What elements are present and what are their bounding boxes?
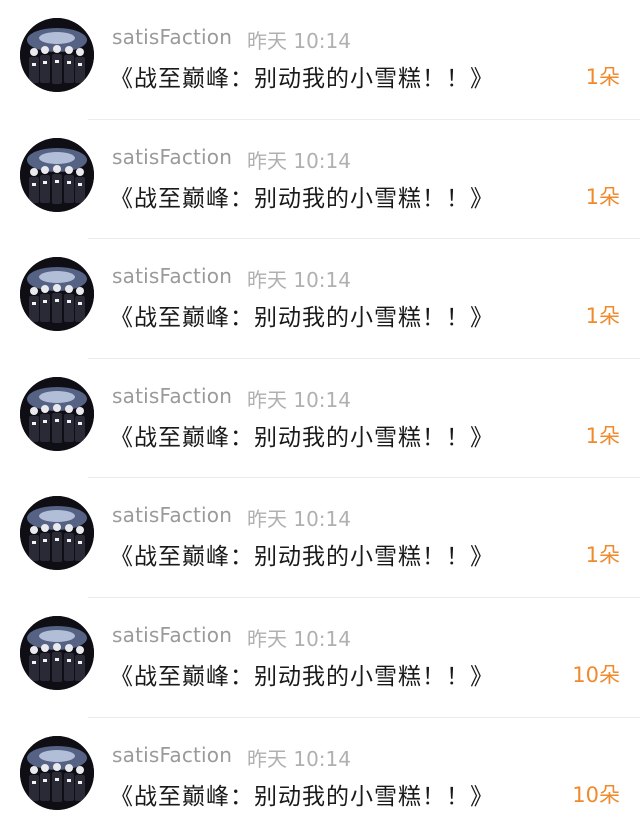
sender-name[interactable]: satisFaction	[112, 743, 232, 767]
timestamp: 昨天 10:14	[247, 387, 351, 412]
avatar[interactable]	[20, 496, 94, 571]
avatar[interactable]	[20, 615, 94, 690]
list-item[interactable]: satisFaction 昨天 10:14 《战至巅峰：别动我的小雪糕！！》 1…	[0, 598, 640, 718]
flower-count: 1朵	[585, 304, 620, 329]
group-photo-icon	[20, 496, 94, 571]
group-photo-icon	[20, 376, 94, 451]
message-list: satisFaction 昨天 10:14 《战至巅峰：别动我的小雪糕！！》 1…	[0, 0, 640, 837]
group-photo-icon	[20, 257, 94, 332]
group-photo-icon	[20, 615, 94, 690]
message-text: 《战至巅峰：别动我的小雪糕！！》	[110, 185, 494, 212]
sender-name[interactable]: satisFaction	[112, 503, 232, 527]
sender-name[interactable]: satisFaction	[112, 384, 232, 408]
list-item[interactable]: satisFaction 昨天 10:14 《战至巅峰：别动我的小雪糕！！》 1…	[0, 478, 640, 598]
avatar[interactable]	[20, 735, 94, 810]
flower-count: 10朵	[572, 782, 620, 807]
group-photo-icon	[20, 137, 94, 212]
avatar[interactable]	[20, 18, 94, 92]
list-item[interactable]: satisFaction 昨天 10:14 《战至巅峰：别动我的小雪糕！！》 1…	[0, 120, 640, 240]
message-text: 《战至巅峰：别动我的小雪糕！！》	[110, 663, 494, 690]
timestamp: 昨天 10:14	[247, 746, 351, 771]
group-photo-icon	[20, 18, 94, 92]
group-photo-icon	[20, 735, 94, 810]
message-text: 《战至巅峰：别动我的小雪糕！！》	[110, 66, 494, 92]
list-item[interactable]: satisFaction 昨天 10:14 《战至巅峰：别动我的小雪糕！！》 1…	[0, 0, 640, 120]
message-text: 《战至巅峰：别动我的小雪糕！！》	[110, 544, 494, 571]
message-text: 《战至巅峰：别动我的小雪糕！！》	[110, 783, 494, 810]
sender-name[interactable]: satisFaction	[112, 25, 232, 49]
list-item[interactable]: satisFaction 昨天 10:14 《战至巅峰：别动我的小雪糕！！》 1…	[0, 718, 640, 837]
avatar[interactable]	[20, 137, 94, 212]
timestamp: 昨天 10:14	[247, 148, 351, 173]
flower-count: 1朵	[585, 184, 620, 209]
timestamp: 昨天 10:14	[247, 268, 351, 293]
list-item[interactable]: satisFaction 昨天 10:14 《战至巅峰：别动我的小雪糕！！》 1…	[0, 239, 640, 359]
sender-name[interactable]: satisFaction	[112, 264, 232, 288]
avatar[interactable]	[20, 257, 94, 332]
list-item[interactable]: satisFaction 昨天 10:14 《战至巅峰：别动我的小雪糕！！》 1…	[0, 359, 640, 479]
flower-count: 1朵	[585, 543, 620, 568]
message-text: 《战至巅峰：别动我的小雪糕！！》	[110, 305, 494, 332]
timestamp: 昨天 10:14	[247, 626, 351, 651]
flower-count: 10朵	[572, 662, 620, 687]
flower-count: 1朵	[585, 65, 620, 89]
avatar[interactable]	[20, 376, 94, 451]
sender-name[interactable]: satisFaction	[112, 145, 232, 169]
message-text: 《战至巅峰：别动我的小雪糕！！》	[110, 424, 494, 451]
timestamp: 昨天 10:14	[247, 29, 351, 53]
timestamp: 昨天 10:14	[247, 507, 351, 532]
sender-name[interactable]: satisFaction	[112, 623, 232, 647]
flower-count: 1朵	[585, 423, 620, 448]
